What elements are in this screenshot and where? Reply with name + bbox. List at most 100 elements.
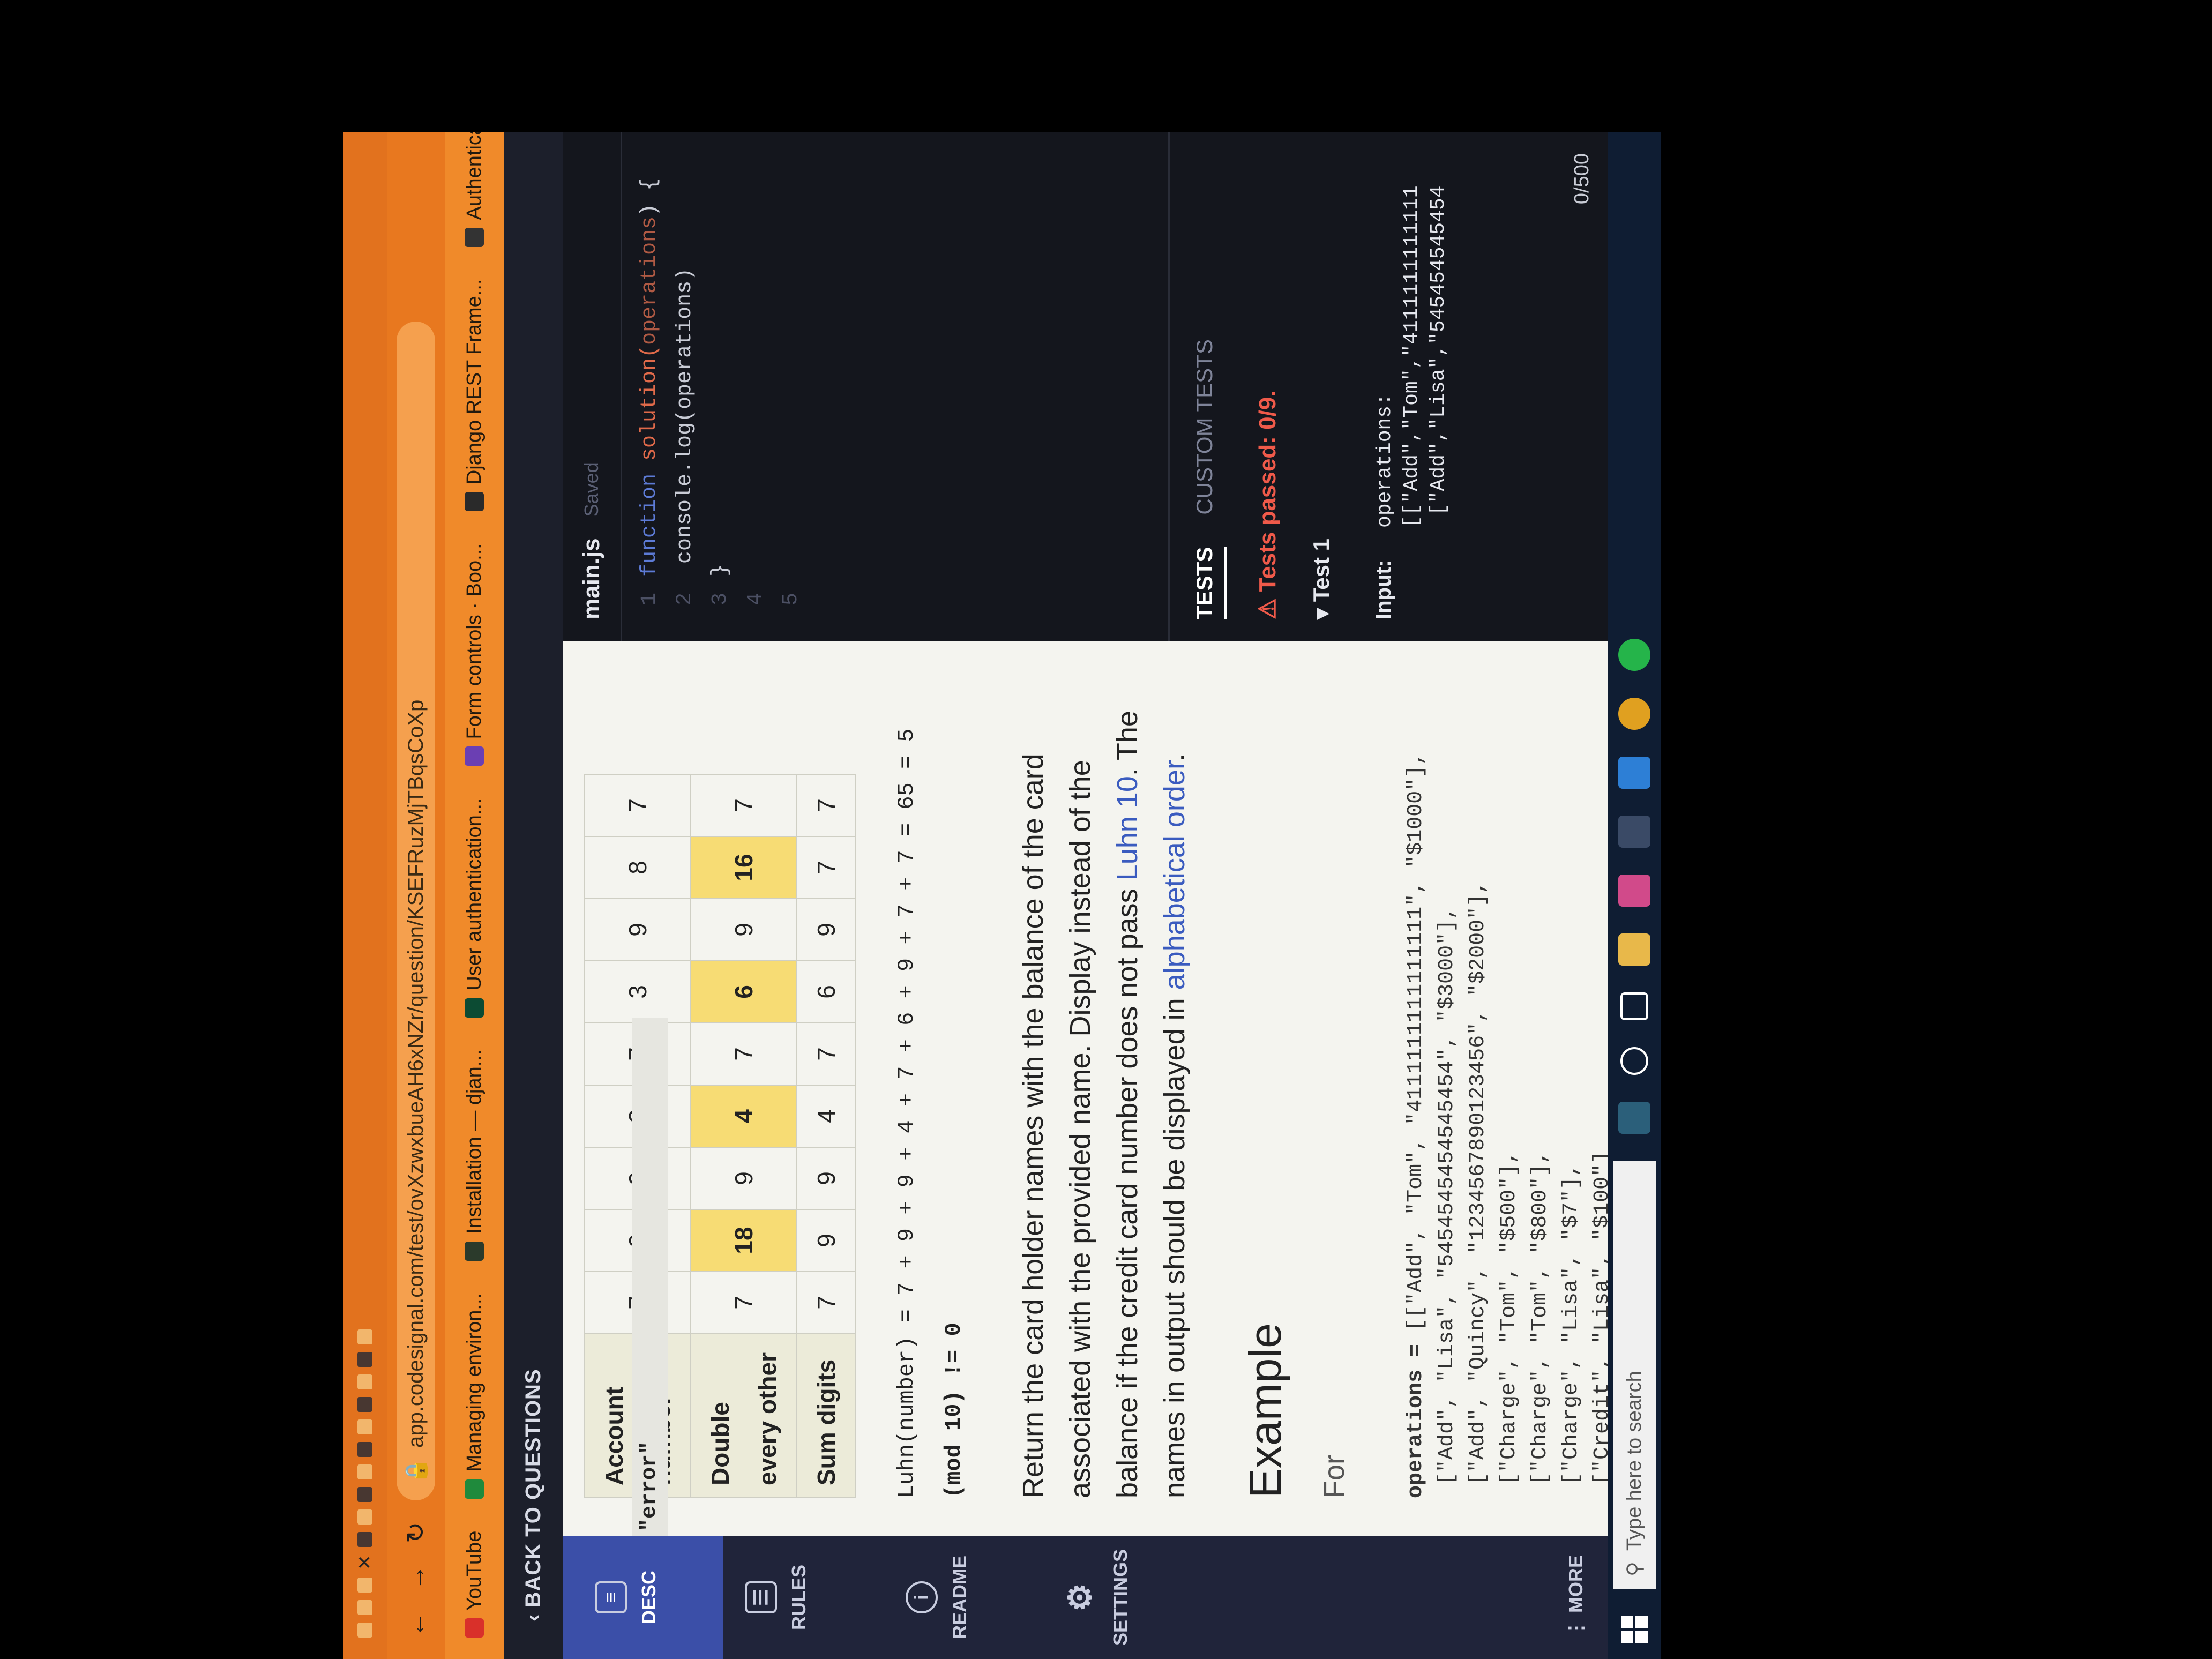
code-text: ) { xyxy=(638,177,662,216)
line-number: 2 xyxy=(673,593,697,606)
back-arrow-icon[interactable]: ← xyxy=(401,1612,431,1638)
line-number: 5 xyxy=(779,593,803,606)
browser-tab[interactable] xyxy=(357,1419,372,1435)
bookmark-favicon-icon xyxy=(465,1479,484,1499)
browser-toolbar: ← → ↻ 🔒 app.codesignal.com/test/ovXzwxbu… xyxy=(387,132,445,1659)
bookmark-item[interactable]: User authentication... xyxy=(463,798,486,1018)
nav-readme[interactable]: i README xyxy=(906,1536,971,1659)
address-bar[interactable]: 🔒 app.codesignal.com/test/ovXzwxbueAH6xN… xyxy=(397,321,435,1500)
browser-tab[interactable] xyxy=(357,1374,372,1390)
cortana-icon[interactable] xyxy=(1620,1047,1648,1075)
problem-statement: Return the card holder names with the ba… xyxy=(632,678,1198,1536)
nav-readme-label: README xyxy=(948,1556,970,1640)
windows-start-icon[interactable] xyxy=(1621,1616,1648,1643)
bookmarks-bar: YouTube Managing environ... Installation —… xyxy=(445,132,504,1659)
table-row: Sum digits 7 9 9 4 7 6 9 7 7 xyxy=(797,774,856,1498)
vscode-icon[interactable] xyxy=(1618,757,1650,789)
table-cell: 6 xyxy=(691,961,797,1023)
bookmark-item[interactable]: Form controls · Boo... xyxy=(463,543,486,766)
browser-tab[interactable] xyxy=(357,1532,372,1548)
search-icon: ⚲ xyxy=(1623,1561,1646,1576)
table-cell: 7 xyxy=(691,1272,797,1334)
code-keyword: function xyxy=(638,473,662,577)
nav-settings-label: SETTINGS xyxy=(1109,1549,1131,1646)
code-editor: main.js Saved 1 function solution(operati… xyxy=(563,132,1168,641)
code-text: } xyxy=(708,563,733,577)
input-value: operations: [["Add","Tom","4111111111111… xyxy=(1373,185,1450,528)
browser-tab[interactable] xyxy=(357,1352,372,1367)
table-cell: 7 xyxy=(797,836,856,899)
table-cell: 7 xyxy=(585,774,691,836)
reload-icon[interactable]: ↻ xyxy=(401,1522,431,1543)
browser-tab[interactable] xyxy=(357,1329,372,1345)
table-cell: 9 xyxy=(797,1147,856,1209)
bookmark-label: User authentication... xyxy=(462,798,485,991)
nav-rules[interactable]: ☰ RULES xyxy=(745,1536,810,1659)
task-view-icon[interactable] xyxy=(1620,992,1648,1020)
bookmark-favicon-icon xyxy=(465,998,484,1018)
chrome-icon[interactable] xyxy=(1618,698,1650,730)
nav-more[interactable]: ⋮ MORE xyxy=(1565,1555,1587,1638)
browser-tab[interactable] xyxy=(357,1442,372,1458)
bookmark-favicon-icon xyxy=(465,1618,484,1638)
luhn-link[interactable]: Luhn 10 xyxy=(1111,776,1144,880)
browser-tab[interactable] xyxy=(357,1578,372,1593)
table-cell: 9 xyxy=(585,899,691,961)
tests-passed-status: ⚠ Tests passed: 0/9. xyxy=(1238,132,1297,641)
taskbar-search[interactable]: ⚲ Type here to search xyxy=(1613,1161,1656,1589)
description-panel: Account number799273987Double every othe… xyxy=(563,641,1615,1536)
browser-tab[interactable] xyxy=(357,1509,372,1525)
bookmark-item[interactable]: Authentication xyxy=(463,132,486,247)
table-cell: 7 xyxy=(797,1272,856,1334)
bookmark-item[interactable]: Django REST Frame... xyxy=(463,279,486,512)
browser-tab[interactable] xyxy=(357,1397,372,1413)
code-line: 2 console.log(operations) xyxy=(668,132,703,641)
bookmark-item[interactable]: Installation — djan... xyxy=(463,1050,486,1261)
luhn-formula: Luhn(number) = 7 + 9 + 9 + 4 + 7 + 6 + 9… xyxy=(883,678,977,1498)
alphabetical-order-link[interactable]: alphabetical order xyxy=(1159,761,1191,990)
bookmark-label: Form controls · Boo... xyxy=(462,543,485,739)
table-cell: 7 xyxy=(797,774,856,836)
row-header: Double every other xyxy=(691,1334,797,1498)
tab-custom-tests[interactable]: CUSTOM TESTS xyxy=(1192,339,1227,515)
table-cell: 9 xyxy=(691,899,797,961)
back-to-questions-label: BACK TO QUESTIONS xyxy=(521,1369,545,1608)
table-cell: 7 xyxy=(691,774,797,836)
test-1-label: Test 1 xyxy=(1309,538,1334,602)
table-cell: 7 xyxy=(797,1023,856,1085)
table-cell: 4 xyxy=(691,1085,797,1147)
code-area[interactable]: 1function solution(operations) {2 consol… xyxy=(632,132,809,641)
table-cell: 18 xyxy=(691,1209,797,1272)
lock-icon: 🔒 xyxy=(404,1457,428,1484)
app-icon[interactable] xyxy=(1618,816,1650,848)
browser-tab[interactable] xyxy=(357,1623,372,1638)
weather-icon[interactable] xyxy=(1618,1102,1650,1134)
browser-tab[interactable] xyxy=(357,1600,372,1615)
bookmark-label: Installation — djan... xyxy=(462,1049,485,1234)
file-tab[interactable]: main.js xyxy=(578,538,605,619)
input-label: Input: xyxy=(1372,559,1395,619)
browser-tab[interactable] xyxy=(357,1487,372,1503)
operations-label: operations = xyxy=(1404,1343,1428,1498)
luhn-table: Account number799273987Double every othe… xyxy=(584,774,856,1498)
bookmark-item[interactable]: YouTube xyxy=(463,1531,486,1638)
forward-arrow-icon[interactable]: → xyxy=(401,1565,431,1590)
tab-tests[interactable]: TESTS xyxy=(1192,547,1227,619)
browser-tab-strip: ✕ xyxy=(343,132,387,1659)
nav-settings[interactable]: ⚙ SETTINGS xyxy=(1062,1536,1132,1659)
code-line: 5 xyxy=(774,132,809,641)
bookmark-item[interactable]: Managing environ... xyxy=(463,1293,486,1499)
back-to-questions-link[interactable]: ‹ BACK TO QUESTIONS xyxy=(521,1369,545,1621)
nav-desc[interactable]: ≡ DESC xyxy=(563,1536,723,1659)
editor-tab-bar: main.js Saved xyxy=(563,132,622,641)
slack-icon[interactable] xyxy=(1618,875,1650,907)
file-explorer-icon[interactable] xyxy=(1618,933,1650,966)
close-tab-icon[interactable]: ✕ xyxy=(354,1555,376,1571)
search-placeholder: Type here to search xyxy=(1623,1371,1646,1551)
browser-tab[interactable] xyxy=(357,1464,372,1480)
table-cell: 7 xyxy=(691,1023,797,1085)
test-1-row[interactable]: ▾ Test 1 xyxy=(1297,132,1345,641)
whatsapp-icon[interactable] xyxy=(1618,639,1650,671)
formula-line-1: Luhn(number) = 7 + 9 + 9 + 4 + 7 + 6 + 9… xyxy=(894,728,920,1498)
bookmark-label: Django REST Frame... xyxy=(462,279,485,485)
